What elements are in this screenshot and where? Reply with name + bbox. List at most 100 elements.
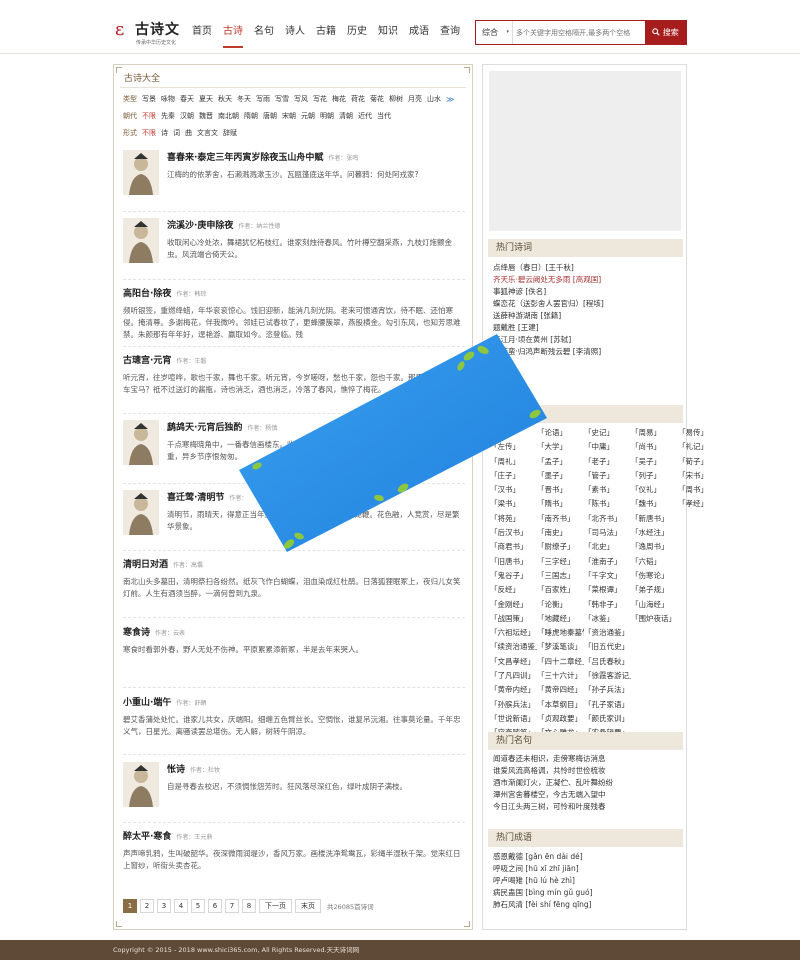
book-link[interactable]: 「冰鉴」 xyxy=(584,612,631,626)
site-logo[interactable]: ε 古诗文 传承中华历史文化 xyxy=(115,18,185,48)
filter-option[interactable]: 写景 xyxy=(142,94,156,104)
poem-title[interactable]: 喜春来·泰定三年丙寅岁除夜玉山舟中赋 作者：张鸣 xyxy=(167,150,465,163)
book-link[interactable]: 「孝经」 xyxy=(678,497,725,511)
filter-option[interactable]: 辞赋 xyxy=(223,128,237,138)
filter-option[interactable]: 清朝 xyxy=(339,111,353,121)
idiom-link[interactable]: 病民蛊国 [bìng mín gǔ guó] xyxy=(493,887,683,899)
filter-option[interactable]: 写雨 xyxy=(256,94,270,104)
book-link[interactable]: 「弟子规」 xyxy=(631,583,678,597)
nav-item[interactable]: 诗人 xyxy=(285,18,305,48)
search-button[interactable]: 搜索 xyxy=(645,21,686,44)
book-link[interactable]: 「宋书」 xyxy=(678,469,725,483)
poem-title-text[interactable]: 鹧鸪天·元宵后独酌 xyxy=(167,423,242,433)
page-link[interactable]: 1 xyxy=(123,899,137,913)
page-link[interactable]: 3 xyxy=(157,899,171,913)
book-link[interactable]: 「菜根谭」 xyxy=(584,583,631,597)
book-link[interactable]: 「贞观政要」 xyxy=(537,712,584,726)
filter-option[interactable]: 隋朝 xyxy=(244,111,258,121)
poem-title-text[interactable]: 高阳台·除夜 xyxy=(123,289,171,299)
book-link[interactable]: 「中庸」 xyxy=(584,440,631,454)
book-link[interactable]: 「徐霞客游记」 xyxy=(584,669,631,683)
book-link[interactable]: 「三十六计」 xyxy=(537,669,584,683)
poem-title-text[interactable]: 怅诗 xyxy=(167,765,185,775)
filter-option[interactable]: 秋天 xyxy=(218,94,232,104)
filter-option-selected[interactable]: 不限 xyxy=(142,111,156,121)
page-link[interactable]: 5 xyxy=(191,899,205,913)
book-link[interactable]: 「了凡四训」 xyxy=(490,669,537,683)
idiom-link[interactable]: 肺石风清 [fèi shí fēng qīng] xyxy=(493,899,683,911)
book-link[interactable]: 「世说新语」 xyxy=(490,712,537,726)
book-link[interactable]: 「围炉夜话」 xyxy=(631,612,678,626)
poet-portrait[interactable] xyxy=(123,762,159,807)
book-link[interactable]: 「孙子兵法」 xyxy=(584,683,631,697)
filter-option[interactable]: 魏晋 xyxy=(199,111,213,121)
filter-option[interactable]: 荷花 xyxy=(351,94,365,104)
hot-poem-link[interactable]: 点绛唇（春日）[王千秋] xyxy=(493,262,683,274)
book-link[interactable]: 「荀子」 xyxy=(678,455,725,469)
filter-option[interactable]: 词 xyxy=(173,128,180,138)
hot-poem-link[interactable]: 蝶恋花（送彭舍人罢官归）[程垓] xyxy=(493,298,683,310)
page-link[interactable]: 4 xyxy=(174,899,188,913)
filter-option[interactable]: 梅花 xyxy=(332,94,346,104)
book-link[interactable]: 「六韬」 xyxy=(631,555,678,569)
filter-option[interactable]: 宋朝 xyxy=(282,111,296,121)
book-link[interactable]: 「素书」 xyxy=(584,483,631,497)
book-link[interactable]: 「百家姓」 xyxy=(537,583,584,597)
idiom-link[interactable]: 呼卢喝雉 [hū lú hè zhì] xyxy=(493,875,683,887)
book-link[interactable]: 「四十二章经」 xyxy=(537,655,584,669)
poet-portrait[interactable] xyxy=(123,218,159,263)
poem-author[interactable]: 作者：云表 xyxy=(155,630,185,637)
page-link[interactable]: 6 xyxy=(208,899,222,913)
nav-item[interactable]: 历史 xyxy=(347,18,367,48)
book-link[interactable]: 「本草纲目」 xyxy=(537,698,584,712)
nav-item[interactable]: 名句 xyxy=(254,18,274,48)
book-link[interactable]: 「论衡」 xyxy=(537,598,584,612)
poem-title[interactable]: 小重山·端午 作者：舒頔 xyxy=(123,695,465,708)
filter-option[interactable]: 先秦 xyxy=(161,111,175,121)
hot-poem-link[interactable]: 齐天乐·碧云阙处无多雨 [高观国] xyxy=(493,274,683,286)
idiom-link[interactable]: 呼吸之间 [hū xī zhī jiān] xyxy=(493,863,683,875)
filter-option[interactable]: 夏天 xyxy=(199,94,213,104)
book-link[interactable]: 「韩非子」 xyxy=(584,598,631,612)
poem-title-text[interactable]: 喜迁莺·清明节 xyxy=(167,493,224,503)
book-link[interactable]: 「北史」 xyxy=(584,540,631,554)
last-page-link[interactable]: 末页 xyxy=(295,899,321,913)
filter-option[interactable]: 汉朝 xyxy=(180,111,194,121)
book-link[interactable]: 「黄帝内经」 xyxy=(490,683,537,697)
filter-option[interactable]: 写风 xyxy=(294,94,308,104)
book-link[interactable]: 「旧唐书」 xyxy=(490,555,537,569)
page-link[interactable]: 7 xyxy=(225,899,239,913)
poem-title-text[interactable]: 醉太平·寒食 xyxy=(123,832,171,842)
filter-option[interactable]: 写花 xyxy=(313,94,327,104)
book-link[interactable]: 「伤寒论」 xyxy=(631,569,678,583)
book-link[interactable]: 「睡虎地秦墓竹简」 xyxy=(537,626,584,640)
poet-portrait[interactable] xyxy=(123,420,159,465)
filter-option[interactable]: 近代 xyxy=(358,111,372,121)
search-input[interactable] xyxy=(516,26,644,40)
poem-author[interactable]: 作者：舒頔 xyxy=(176,700,206,707)
nav-item[interactable]: 查询 xyxy=(440,18,460,48)
book-link[interactable]: 「管子」 xyxy=(584,469,631,483)
filter-option[interactable]: 元朝 xyxy=(301,111,315,121)
book-link[interactable]: 「尚书」 xyxy=(631,440,678,454)
book-link[interactable]: 「逸周书」 xyxy=(631,540,678,554)
book-link[interactable]: 「北齐书」 xyxy=(584,512,631,526)
next-page-link[interactable]: 下一页 xyxy=(259,899,292,913)
page-link[interactable]: 8 xyxy=(242,899,256,913)
book-link[interactable]: 「资治通鉴」 xyxy=(584,626,631,640)
poem-author[interactable]: 作者：杜牧 xyxy=(190,767,220,774)
floating-ad-banner[interactable] xyxy=(237,322,549,554)
poem-author[interactable]: 作者：张鸣 xyxy=(328,155,358,162)
filter-option[interactable]: 南北朝 xyxy=(218,111,239,121)
book-link[interactable]: 「地藏经」 xyxy=(537,612,584,626)
book-link[interactable]: 「列子」 xyxy=(631,469,678,483)
poem-author[interactable]: 作者：王磐 xyxy=(176,358,206,365)
filter-option[interactable]: 写雪 xyxy=(275,94,289,104)
book-link[interactable]: 「陈书」 xyxy=(584,497,631,511)
poem-author[interactable]: 作者：韩琮 xyxy=(176,291,206,298)
nav-item[interactable]: 古籍 xyxy=(316,18,336,48)
filter-option[interactable]: 冬天 xyxy=(237,94,251,104)
book-link[interactable]: 「三国志」 xyxy=(537,569,584,583)
book-link[interactable]: 「淮南子」 xyxy=(584,555,631,569)
book-link[interactable]: 「礼记」 xyxy=(678,440,725,454)
